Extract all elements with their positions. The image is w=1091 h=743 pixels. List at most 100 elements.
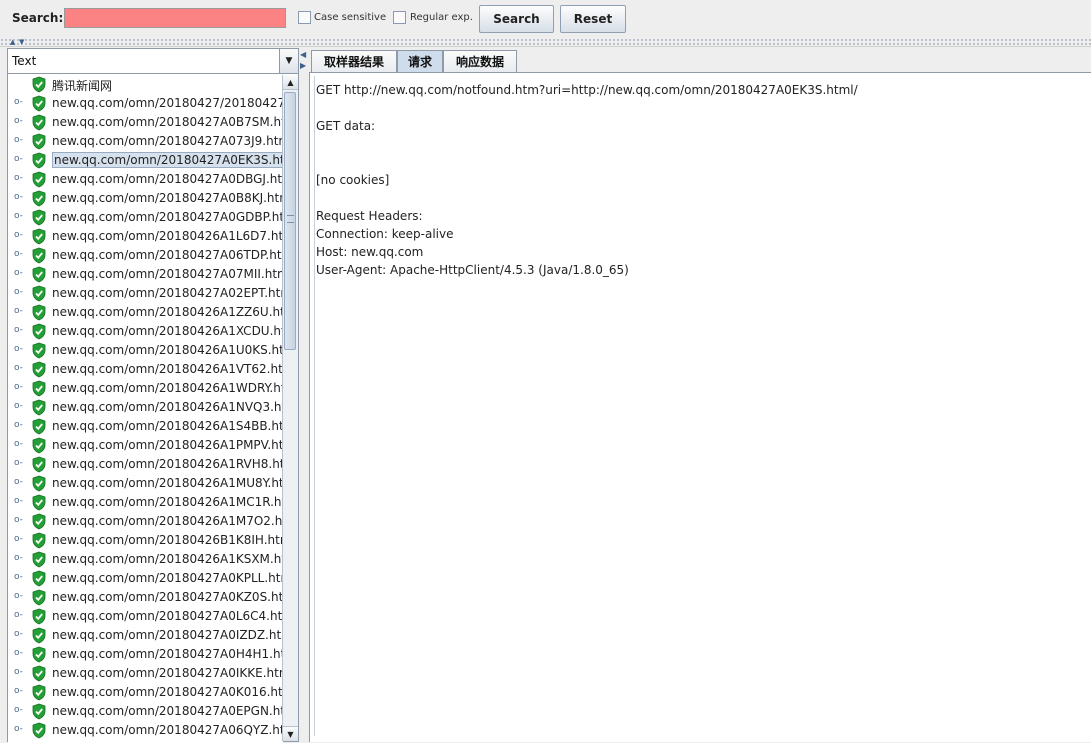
tree-item-label: new.qq.com/omn/20180426A1MC1R.html <box>52 495 283 509</box>
tree-item[interactable]: o-new.qq.com/omn/20180427A07MII.html <box>8 265 283 284</box>
tab-request[interactable]: 请求 <box>397 50 443 72</box>
tree-item[interactable]: o-new.qq.com/omn/20180426A1M7O2.html <box>8 512 283 531</box>
tree-handle-icon[interactable]: o- <box>14 402 24 411</box>
tree-handle-icon[interactable]: o- <box>14 630 24 639</box>
tree-handle-icon[interactable]: o- <box>14 98 24 107</box>
tree-item-label: new.qq.com/omn/20180426A1RVH8.html <box>52 457 283 471</box>
tree-handle-icon[interactable]: o- <box>14 421 24 430</box>
expand-right-icon[interactable]: ▶ <box>300 61 306 70</box>
tree-handle-icon[interactable]: o- <box>14 326 24 335</box>
tab-sampler-result[interactable]: 取样器结果 <box>311 50 397 72</box>
tree-item[interactable]: o-new.qq.com/omn/20180427A0B7SM.html <box>8 113 283 132</box>
tree-scrollbar[interactable]: ▲ ▼ <box>282 75 298 741</box>
tree-item[interactable]: o-new.qq.com/omn/20180427A02EPT.html <box>8 284 283 303</box>
tree-handle-icon[interactable]: o- <box>14 535 24 544</box>
tree-item[interactable]: o-new.qq.com/omn/20180427/20180427A03 <box>8 94 283 113</box>
tree-handle-icon[interactable]: o- <box>14 288 24 297</box>
tree-item[interactable]: o-new.qq.com/omn/20180426A1RVH8.html <box>8 455 283 474</box>
tree-root[interactable]: 腾讯新闻网 <box>8 75 283 94</box>
collapse-left-icon[interactable]: ◀ <box>300 50 306 59</box>
tree-handle-icon[interactable]: o- <box>14 212 24 221</box>
tree-item[interactable]: o-new.qq.com/omn/20180426A1S4BB.html <box>8 417 283 436</box>
tree-handle-icon[interactable]: o- <box>14 117 24 126</box>
tree-item[interactable]: o-new.qq.com/omn/20180426A1WDRY.html <box>8 379 283 398</box>
tree-handle-icon[interactable]: o- <box>14 478 24 487</box>
request-line: Host: new.qq.com <box>316 245 424 259</box>
reset-button[interactable]: Reset <box>560 5 626 33</box>
tab-response-data[interactable]: 响应数据 <box>443 50 517 72</box>
tree-item[interactable]: o-new.qq.com/omn/20180426A1MC1R.html <box>8 493 283 512</box>
tree-item[interactable]: o-new.qq.com/omn/20180427A073J9.html <box>8 132 283 151</box>
tree-handle-icon[interactable]: o- <box>14 687 24 696</box>
tree-item[interactable]: o-new.qq.com/omn/20180426B1K8IH.html <box>8 531 283 550</box>
tree-handle-icon[interactable]: o- <box>14 725 24 734</box>
tree-handle-icon[interactable]: o- <box>14 497 24 506</box>
tree-item[interactable]: o-new.qq.com/omn/20180427A06QYZ.html <box>8 721 283 740</box>
tree-item[interactable]: o-new.qq.com/omn/20180427A0H4H1.html <box>8 645 283 664</box>
search-label: Search: <box>12 11 64 25</box>
tree-handle-icon[interactable]: o- <box>14 307 24 316</box>
tree-handle-icon[interactable]: o- <box>14 231 24 240</box>
tree-item[interactable]: o-new.qq.com/omn/20180426A1L6D7.html <box>8 227 283 246</box>
tree-handle-icon[interactable]: o- <box>14 573 24 582</box>
tree-item[interactable]: o-new.qq.com/omn/20180427A0IKKE.html <box>8 664 283 683</box>
tree-handle-icon[interactable]: o- <box>14 440 24 449</box>
tree-item[interactable]: o-new.qq.com/omn/20180427A06TDP.html <box>8 246 283 265</box>
tree-handle-icon[interactable]: o- <box>14 345 24 354</box>
tree-item[interactable]: o-new.qq.com/omn/20180426A1MU8Y.html <box>8 474 283 493</box>
search-button[interactable]: Search <box>479 5 554 33</box>
tree-item[interactable]: o-new.qq.com/omn/20180427A0IZDZ.html <box>8 626 283 645</box>
tree-item[interactable]: o-new.qq.com/omn/20180427A0K016.html <box>8 683 283 702</box>
vertical-splitter[interactable]: ◀ ▶ <box>299 48 309 742</box>
tree-handle-icon[interactable]: o- <box>14 611 24 620</box>
tree-item[interactable]: o-new.qq.com/omn/20180426A1U0KS.html <box>8 341 283 360</box>
tree-item[interactable]: o-new.qq.com/omn/20180427A0EK3S.html <box>8 151 283 170</box>
scroll-thumb[interactable] <box>284 92 296 350</box>
tree-item-label: new.qq.com/omn/20180426A1U0KS.html <box>52 343 283 357</box>
tree-item[interactable]: o-new.qq.com/omn/20180426A1ZZ6U.html <box>8 303 283 322</box>
tree-handle-icon[interactable]: o- <box>14 269 24 278</box>
tree-handle-icon[interactable]: o- <box>14 459 24 468</box>
tree-handle-icon[interactable]: o- <box>14 174 24 183</box>
scroll-up-icon[interactable]: ▲ <box>283 75 298 90</box>
tree-item[interactable]: o-new.qq.com/omn/20180427A0KPLL.html <box>8 569 283 588</box>
tree-item[interactable]: o-new.qq.com/omn/20180427A0DBGJ.html <box>8 170 283 189</box>
tree-handle-icon[interactable]: o- <box>14 554 24 563</box>
tree-handle-icon[interactable]: o- <box>14 193 24 202</box>
scroll-down-icon[interactable]: ▼ <box>283 726 298 741</box>
tree-item[interactable]: o-new.qq.com/omn/20180427A0EPGN.html <box>8 702 283 721</box>
tree-handle-icon[interactable]: o- <box>14 383 24 392</box>
chevron-down-icon[interactable]: ▼ <box>279 49 298 73</box>
request-text-area[interactable]: GET http://new.qq.com/notfound.htm?uri=h… <box>314 76 1085 736</box>
renderer-select[interactable]: Text ▼ <box>8 49 298 74</box>
tree-handle-icon[interactable]: o- <box>14 155 24 164</box>
tree-item[interactable]: o-new.qq.com/omn/20180426A1KSXM.html <box>8 550 283 569</box>
tree-item-label: new.qq.com/omn/20180427A0KPLL.html <box>52 571 283 585</box>
success-shield-icon <box>31 437 47 454</box>
tree-item[interactable]: o-new.qq.com/omn/20180426A1XCDU.html <box>8 322 283 341</box>
tree-item[interactable]: o-new.qq.com/omn/20180427A0GDBP.html <box>8 208 283 227</box>
search-input[interactable] <box>64 8 286 28</box>
tree-handle-icon[interactable]: o- <box>14 136 24 145</box>
success-shield-icon <box>31 570 47 587</box>
tree-item[interactable]: o-new.qq.com/omn/20180426A1NVQ3.html <box>8 398 283 417</box>
tree-item[interactable]: o-new.qq.com/omn/20180427A0B8KJ.html <box>8 189 283 208</box>
tree-item[interactable]: o-new.qq.com/omn/20180427A0KZ0S.html <box>8 588 283 607</box>
tree-item[interactable]: o-new.qq.com/omn/20180426A1VT62.html <box>8 360 283 379</box>
tree-handle-icon[interactable]: o- <box>14 250 24 259</box>
regular-exp-label: Regular exp. <box>410 12 473 23</box>
tree-item[interactable]: o-new.qq.com/omn/20180426A1PMPV.html <box>8 436 283 455</box>
regular-exp-checkbox[interactable] <box>393 11 406 24</box>
success-shield-icon <box>31 361 47 378</box>
collapse-up-icon[interactable]: ▲ <box>10 38 15 46</box>
tree-handle-icon[interactable]: o- <box>14 668 24 677</box>
tree-item[interactable]: o-new.qq.com/omn/20180427A0L6C4.html <box>8 607 283 626</box>
case-sensitive-checkbox[interactable] <box>298 11 311 24</box>
horizontal-splitter[interactable] <box>0 38 1091 47</box>
tree-handle-icon[interactable]: o- <box>14 516 24 525</box>
tree-handle-icon[interactable]: o- <box>14 706 24 715</box>
expand-down-icon[interactable]: ▼ <box>19 38 24 46</box>
tree-handle-icon[interactable]: o- <box>14 592 24 601</box>
tree-handle-icon[interactable]: o- <box>14 364 24 373</box>
tree-handle-icon[interactable]: o- <box>14 649 24 658</box>
